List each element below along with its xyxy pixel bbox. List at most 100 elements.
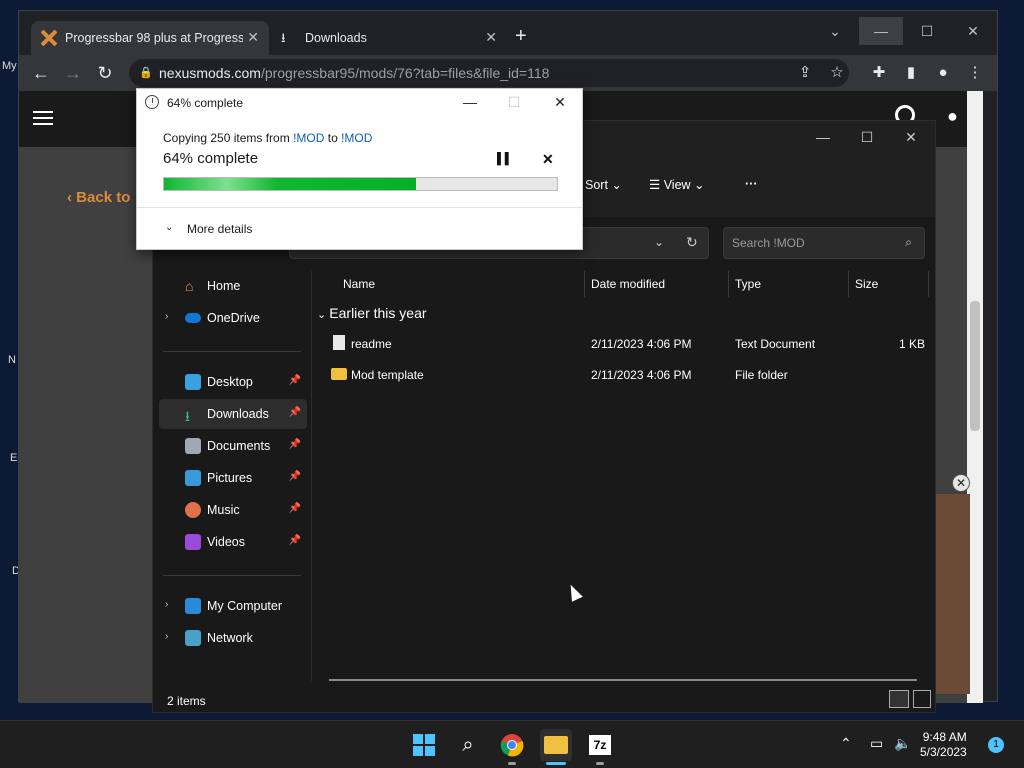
maximize-button[interactable]: ☐ — [845, 123, 889, 151]
file-date: 2/11/2023 4:06 PM — [591, 337, 692, 351]
explorer-taskbar-button[interactable] — [540, 729, 572, 765]
chevron-right-icon: › — [165, 599, 169, 610]
tab-strip: Progressbar 98 plus at Progressb ✕ ⭳ Dow… — [19, 11, 997, 55]
pin-icon[interactable]: 📌 — [289, 503, 301, 514]
search-input[interactable]: Search !MOD ⌕ — [723, 227, 925, 259]
minimize-button[interactable]: — — [801, 123, 845, 151]
bookmark-star-icon[interactable]: ☆ — [825, 61, 849, 85]
document-icon — [185, 438, 201, 454]
close-tab-icon[interactable]: ✕ — [485, 29, 497, 46]
share-icon[interactable]: ⇪ — [793, 61, 817, 85]
network-tray-icon[interactable]: ▭ — [870, 735, 883, 752]
tab-progressbar[interactable]: Progressbar 98 plus at Progressb ✕ — [31, 21, 269, 55]
nav-network[interactable]: › Network — [159, 623, 307, 653]
pin-icon[interactable]: 📌 — [289, 535, 301, 546]
forward-icon[interactable]: → — [61, 61, 85, 85]
maximize-button: ☐ — [507, 94, 521, 110]
close-ad-icon[interactable]: ✕ — [952, 474, 970, 492]
minimize-button[interactable]: — — [859, 17, 903, 45]
pin-icon[interactable]: 📌 — [289, 471, 301, 482]
search-icon: ⌕ — [905, 235, 912, 249]
view-icon: ☰ — [649, 178, 664, 192]
maximize-button[interactable]: ☐ — [905, 17, 949, 45]
pin-icon[interactable]: 📌 — [289, 439, 301, 450]
tab-title: Progressbar 98 plus at Progressb — [65, 31, 243, 45]
desktop-label: N — [8, 354, 16, 366]
horizontal-scrollbar[interactable] — [329, 679, 917, 681]
column-header-type[interactable]: Type — [729, 271, 849, 297]
volume-icon[interactable]: 🔈 — [894, 735, 911, 752]
pause-button[interactable]: ▌▌ — [497, 153, 513, 165]
chevron-down-icon: ⌄ — [317, 309, 330, 321]
nav-music[interactable]: Music 📌 — [159, 495, 307, 525]
file-row[interactable]: Mod template 2/11/2023 4:06 PM File fold… — [317, 360, 927, 390]
source-folder-link[interactable]: !MOD — [293, 131, 324, 145]
close-button[interactable]: ✕ — [951, 17, 995, 45]
menu-icon[interactable]: ⋮ — [963, 61, 987, 85]
extensions-icon[interactable]: ✚ — [867, 61, 891, 85]
nav-home[interactable]: ⌂ Home — [159, 271, 307, 301]
column-header-size[interactable]: Size — [849, 271, 929, 297]
progress-bar — [163, 177, 558, 191]
pane-divider[interactable] — [311, 271, 312, 681]
column-header-name[interactable]: Name — [337, 271, 585, 297]
details-view-icon[interactable] — [889, 690, 909, 708]
nav-desktop[interactable]: Desktop 📌 — [159, 367, 307, 397]
new-tab-button[interactable]: + — [515, 25, 527, 48]
more-options-button[interactable]: ··· — [745, 177, 758, 191]
view-button[interactable]: ☰ View ⌄ — [649, 177, 705, 192]
minimize-button[interactable]: — — [457, 92, 483, 112]
close-button[interactable]: ✕ — [547, 92, 573, 112]
windows-logo-icon — [413, 734, 435, 756]
pin-icon[interactable]: 📌 — [289, 407, 301, 418]
back-icon[interactable]: ← — [29, 61, 53, 85]
hamburger-menu-icon[interactable] — [33, 111, 53, 125]
copy-progress-dialog: 64% complete — ☐ ✕ Copying 250 items fro… — [136, 88, 583, 250]
scroll-thumb[interactable] — [970, 301, 980, 431]
profile-icon[interactable]: ● — [931, 61, 955, 85]
back-to-link[interactable]: ‹ Back to — [67, 189, 130, 206]
chevron-down-icon[interactable]: ⌄ — [654, 235, 664, 249]
close-tab-icon[interactable]: ✕ — [247, 29, 259, 46]
lock-icon: 🔒 — [139, 67, 153, 79]
ad-panel[interactable] — [936, 494, 970, 694]
computer-icon — [185, 598, 201, 614]
tab-downloads[interactable]: ⭳ Downloads ✕ — [271, 21, 507, 55]
cloud-icon — [185, 313, 201, 323]
nav-documents[interactable]: Documents 📌 — [159, 431, 307, 461]
chrome-taskbar-button[interactable] — [496, 729, 528, 765]
file-row[interactable]: readme 2/11/2023 4:06 PM Text Document 1… — [317, 329, 927, 359]
cancel-button[interactable]: ✕ — [542, 151, 554, 168]
notification-badge[interactable]: 1 — [988, 737, 1004, 753]
clock-date: 5/3/2023 — [920, 745, 967, 759]
chevron-down-icon: ⌄ — [165, 222, 174, 233]
nav-downloads[interactable]: ⭳ Downloads 📌 — [159, 399, 307, 429]
more-details-toggle[interactable]: ⌄ More details — [165, 222, 252, 236]
sidepanel-icon[interactable]: ▮ — [899, 61, 923, 85]
7zip-taskbar-button[interactable]: 7z — [584, 729, 616, 765]
column-header-date[interactable]: Date modified — [585, 271, 729, 297]
destination-folder-link[interactable]: !MOD — [341, 131, 372, 145]
show-hidden-icons-icon[interactable]: ⌃ — [840, 735, 852, 752]
tab-search-icon[interactable]: ⌄ — [813, 17, 857, 45]
refresh-icon[interactable]: ↻ — [686, 234, 698, 251]
nav-onedrive[interactable]: › OneDrive — [159, 303, 307, 333]
nav-my-computer[interactable]: › My Computer — [159, 591, 307, 621]
tiles-view-icon[interactable] — [913, 690, 931, 708]
browser-toolbar: ← → ↻ 🔒 nexusmods.com/progressbar95/mods… — [19, 55, 997, 91]
group-header[interactable]: ⌄ Earlier this year — [317, 305, 427, 321]
reload-icon[interactable]: ↻ — [93, 61, 117, 85]
file-date: 2/11/2023 4:06 PM — [591, 368, 692, 382]
nav-pictures[interactable]: Pictures 📌 — [159, 463, 307, 493]
system-clock[interactable]: 9:48 AM 5/3/2023 — [920, 730, 967, 760]
address-bar[interactable]: 🔒 nexusmods.com/progressbar95/mods/76?ta… — [129, 59, 849, 87]
nav-videos[interactable]: Videos 📌 — [159, 527, 307, 557]
file-type: File folder — [735, 368, 788, 382]
sort-button[interactable]: Sort ⌄ — [585, 177, 622, 192]
progress-fill — [164, 178, 416, 190]
search-button[interactable]: ⌕ — [452, 729, 484, 761]
user-icon[interactable]: ● — [947, 107, 965, 125]
pin-icon[interactable]: 📌 — [289, 375, 301, 386]
close-button[interactable]: ✕ — [889, 123, 933, 151]
start-button[interactable] — [408, 729, 440, 761]
